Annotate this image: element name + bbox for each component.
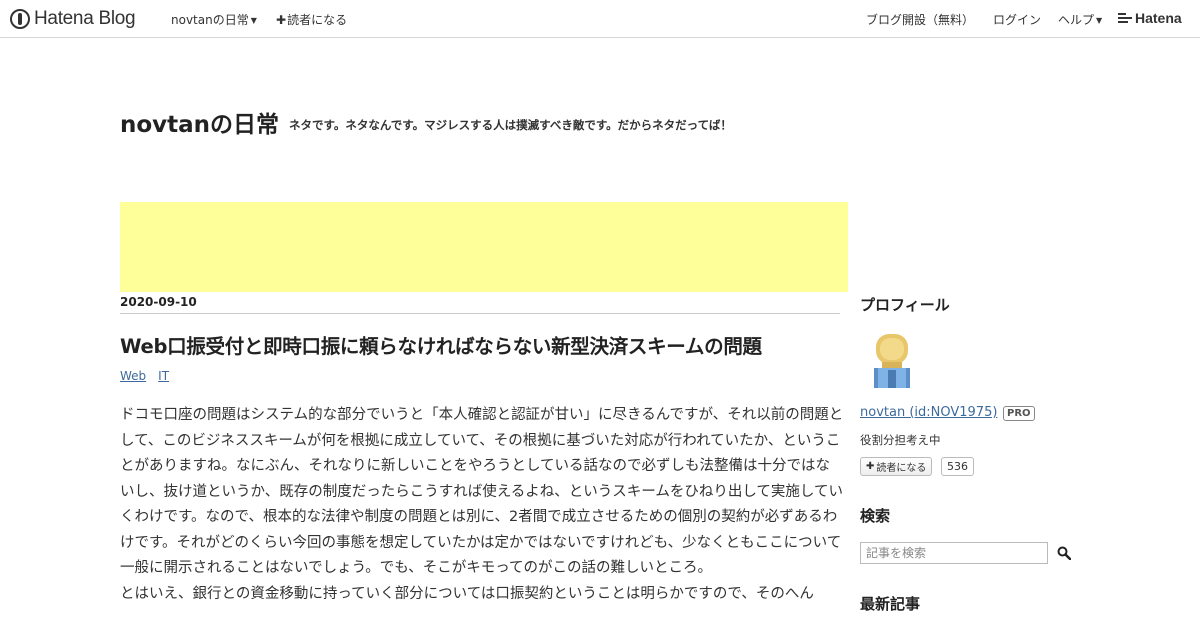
entry-date[interactable]: 2020-09-10 [120, 295, 197, 309]
entry-paragraph: とはいえ、銀行との資金移動に持っていく部分については口振契約ということは明らかで… [120, 585, 814, 602]
recent-entries-heading: 最新記事 [860, 595, 921, 613]
category-link[interactable]: IT [158, 369, 169, 383]
profile-description: 役割分担考え中 [860, 433, 941, 447]
blog-menu-dropdown[interactable]: novtanの日常 ▼ [171, 11, 257, 28]
help-label: ヘルプ [1058, 13, 1095, 27]
category-link[interactable]: Web [120, 369, 146, 383]
profile-heading: プロフィール [860, 296, 950, 314]
subscribe-button[interactable]: ✚ 読者になる [860, 457, 933, 476]
login-link[interactable]: ログイン [993, 11, 1041, 28]
pro-badge: PRO [1003, 406, 1035, 421]
chevron-down-icon: ▼ [1096, 16, 1103, 25]
hatena-logo-icon [1118, 12, 1132, 24]
hatena-blog-logo-text: Hatena Blog [34, 8, 136, 29]
entry-body: ドコモ口座の問題はシステム的な部分でいうと「本人確認と認証が甘い」に尽きるんです… [120, 403, 844, 607]
hatena-blog-logo-icon [10, 9, 30, 29]
header-subscribe-label: 読者になる [287, 13, 348, 27]
blog-menu-label: novtanの日常 [171, 13, 249, 27]
hatena-blog-logo[interactable]: Hatena Blog [10, 8, 136, 30]
entry-paragraph: ドコモ口座の問題はシステム的な部分でいうと「本人確認と認証が甘い」に尽きるんです… [120, 407, 844, 576]
ad-banner[interactable] [120, 202, 848, 292]
plus-icon: ✚ [866, 461, 875, 472]
entry-title[interactable]: Web口振受付と即時口振に頼らなければならない新型決済スキームの問題 [120, 330, 762, 359]
entry-categories: Web IT [120, 369, 169, 383]
blog-title[interactable]: novtanの日常 [120, 105, 279, 139]
hatena-label: Hatena [1135, 10, 1182, 26]
search-icon[interactable] [1057, 546, 1071, 560]
search-input[interactable] [860, 542, 1048, 564]
subscriber-count[interactable]: 536 [941, 457, 974, 476]
profile-name-link[interactable]: novtan (id:NOV1975) [860, 405, 997, 420]
date-divider [120, 313, 840, 314]
plus-icon: ✚ [276, 13, 287, 27]
help-dropdown[interactable]: ヘルプ ▼ [1058, 11, 1102, 28]
chevron-down-icon: ▼ [250, 16, 257, 25]
search-heading: 検索 [860, 507, 891, 525]
start-blog-link[interactable]: ブログ開設（無料） [866, 11, 974, 28]
hatena-menu[interactable]: Hatena [1118, 10, 1182, 26]
global-header: Hatena Blog novtanの日常 ▼ ✚読者になる ブログ開設（無料） … [0, 0, 1200, 38]
header-subscribe-button[interactable]: ✚読者になる [276, 11, 347, 28]
blog-description: ネタです。ネタなんです。マジレスする人は撲滅すべき敵です。だからネタだってば！ [289, 118, 732, 132]
avatar[interactable] [868, 332, 916, 388]
subscribe-button-label: 読者になる [876, 463, 927, 474]
